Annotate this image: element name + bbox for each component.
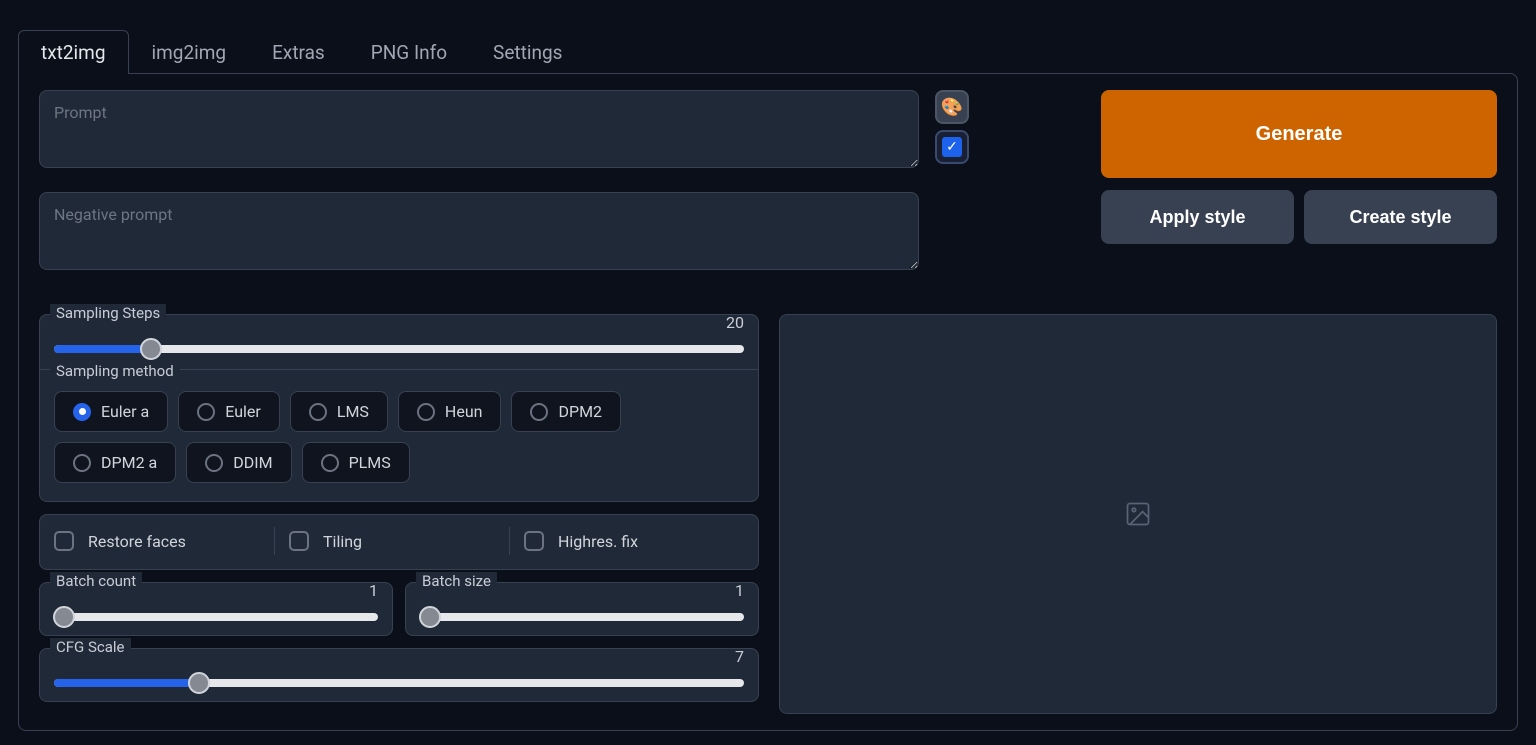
radio-icon: [321, 454, 339, 472]
cfg-scale-slider[interactable]: [54, 679, 744, 687]
image-placeholder-icon: [1124, 500, 1152, 528]
radio-icon: [197, 403, 215, 421]
output-preview: [779, 314, 1497, 714]
batch-count-label: Batch count: [50, 572, 142, 590]
radio-ddim[interactable]: DDIM: [186, 442, 291, 483]
sampling-steps-value: 20: [726, 313, 744, 332]
radio-euler-a[interactable]: Euler a: [54, 391, 168, 432]
tab-content: 🎨 ✓ Generate Apply style Create style Sa…: [18, 73, 1518, 731]
tab-settings[interactable]: Settings: [470, 30, 585, 74]
create-style-button[interactable]: Create style: [1304, 190, 1497, 244]
checkmark-icon: ✓: [942, 137, 962, 157]
tab-bar: txt2img img2img Extras PNG Info Settings: [0, 0, 1536, 74]
batch-size-slider[interactable]: [420, 613, 744, 621]
highres-fix-label: Highres. fix: [558, 532, 638, 551]
batch-size-label: Batch size: [416, 572, 497, 590]
tab-extras[interactable]: Extras: [249, 30, 348, 74]
cfg-scale-label: CFG Scale: [50, 638, 131, 656]
batch-count-slider[interactable]: [54, 613, 378, 621]
radio-icon: [205, 454, 223, 472]
tab-txt2img[interactable]: txt2img: [18, 30, 129, 74]
radio-heun[interactable]: Heun: [398, 391, 502, 432]
sampling-method-label: Sampling method: [50, 362, 180, 380]
tiling-label: Tiling: [323, 532, 362, 551]
restore-faces-label: Restore faces: [88, 532, 186, 551]
apply-style-button[interactable]: Apply style: [1101, 190, 1294, 244]
highres-fix-checkbox[interactable]: [524, 531, 544, 551]
radio-dpm2[interactable]: DPM2: [511, 391, 621, 432]
radio-icon: [73, 403, 91, 421]
restore-faces-checkbox[interactable]: [54, 531, 74, 551]
sampling-steps-label: Sampling Steps: [50, 304, 166, 322]
tiling-checkbox[interactable]: [289, 531, 309, 551]
checkboxes-field: Restore faces Tiling Highres. fix: [39, 514, 759, 570]
radio-icon: [73, 454, 91, 472]
sampling-method-options: Euler a Euler LMS Heun: [54, 391, 744, 483]
radio-plms[interactable]: PLMS: [302, 442, 410, 483]
radio-dpm2-a[interactable]: DPM2 a: [54, 442, 176, 483]
negative-prompt-input[interactable]: [39, 192, 919, 270]
sampling-steps-field: Sampling Steps 20 Sampling method Euler …: [39, 314, 759, 502]
prompt-input[interactable]: [39, 90, 919, 168]
batch-size-value: 1: [735, 581, 744, 600]
tab-img2img[interactable]: img2img: [129, 30, 250, 74]
sampling-steps-slider[interactable]: [54, 345, 744, 353]
batch-count-field: Batch count 1: [39, 582, 393, 636]
batch-count-value: 1: [369, 581, 378, 600]
generate-button[interactable]: Generate: [1101, 90, 1497, 178]
radio-lms[interactable]: LMS: [290, 391, 388, 432]
batch-size-field: Batch size 1: [405, 582, 759, 636]
radio-euler[interactable]: Euler: [178, 391, 280, 432]
palette-icon[interactable]: 🎨: [935, 90, 969, 124]
radio-icon: [309, 403, 327, 421]
tab-png-info[interactable]: PNG Info: [348, 30, 470, 74]
save-style-icon[interactable]: ✓: [935, 130, 969, 164]
cfg-scale-field: CFG Scale 7: [39, 648, 759, 702]
radio-icon: [530, 403, 548, 421]
cfg-scale-value: 7: [735, 647, 744, 666]
radio-icon: [417, 403, 435, 421]
